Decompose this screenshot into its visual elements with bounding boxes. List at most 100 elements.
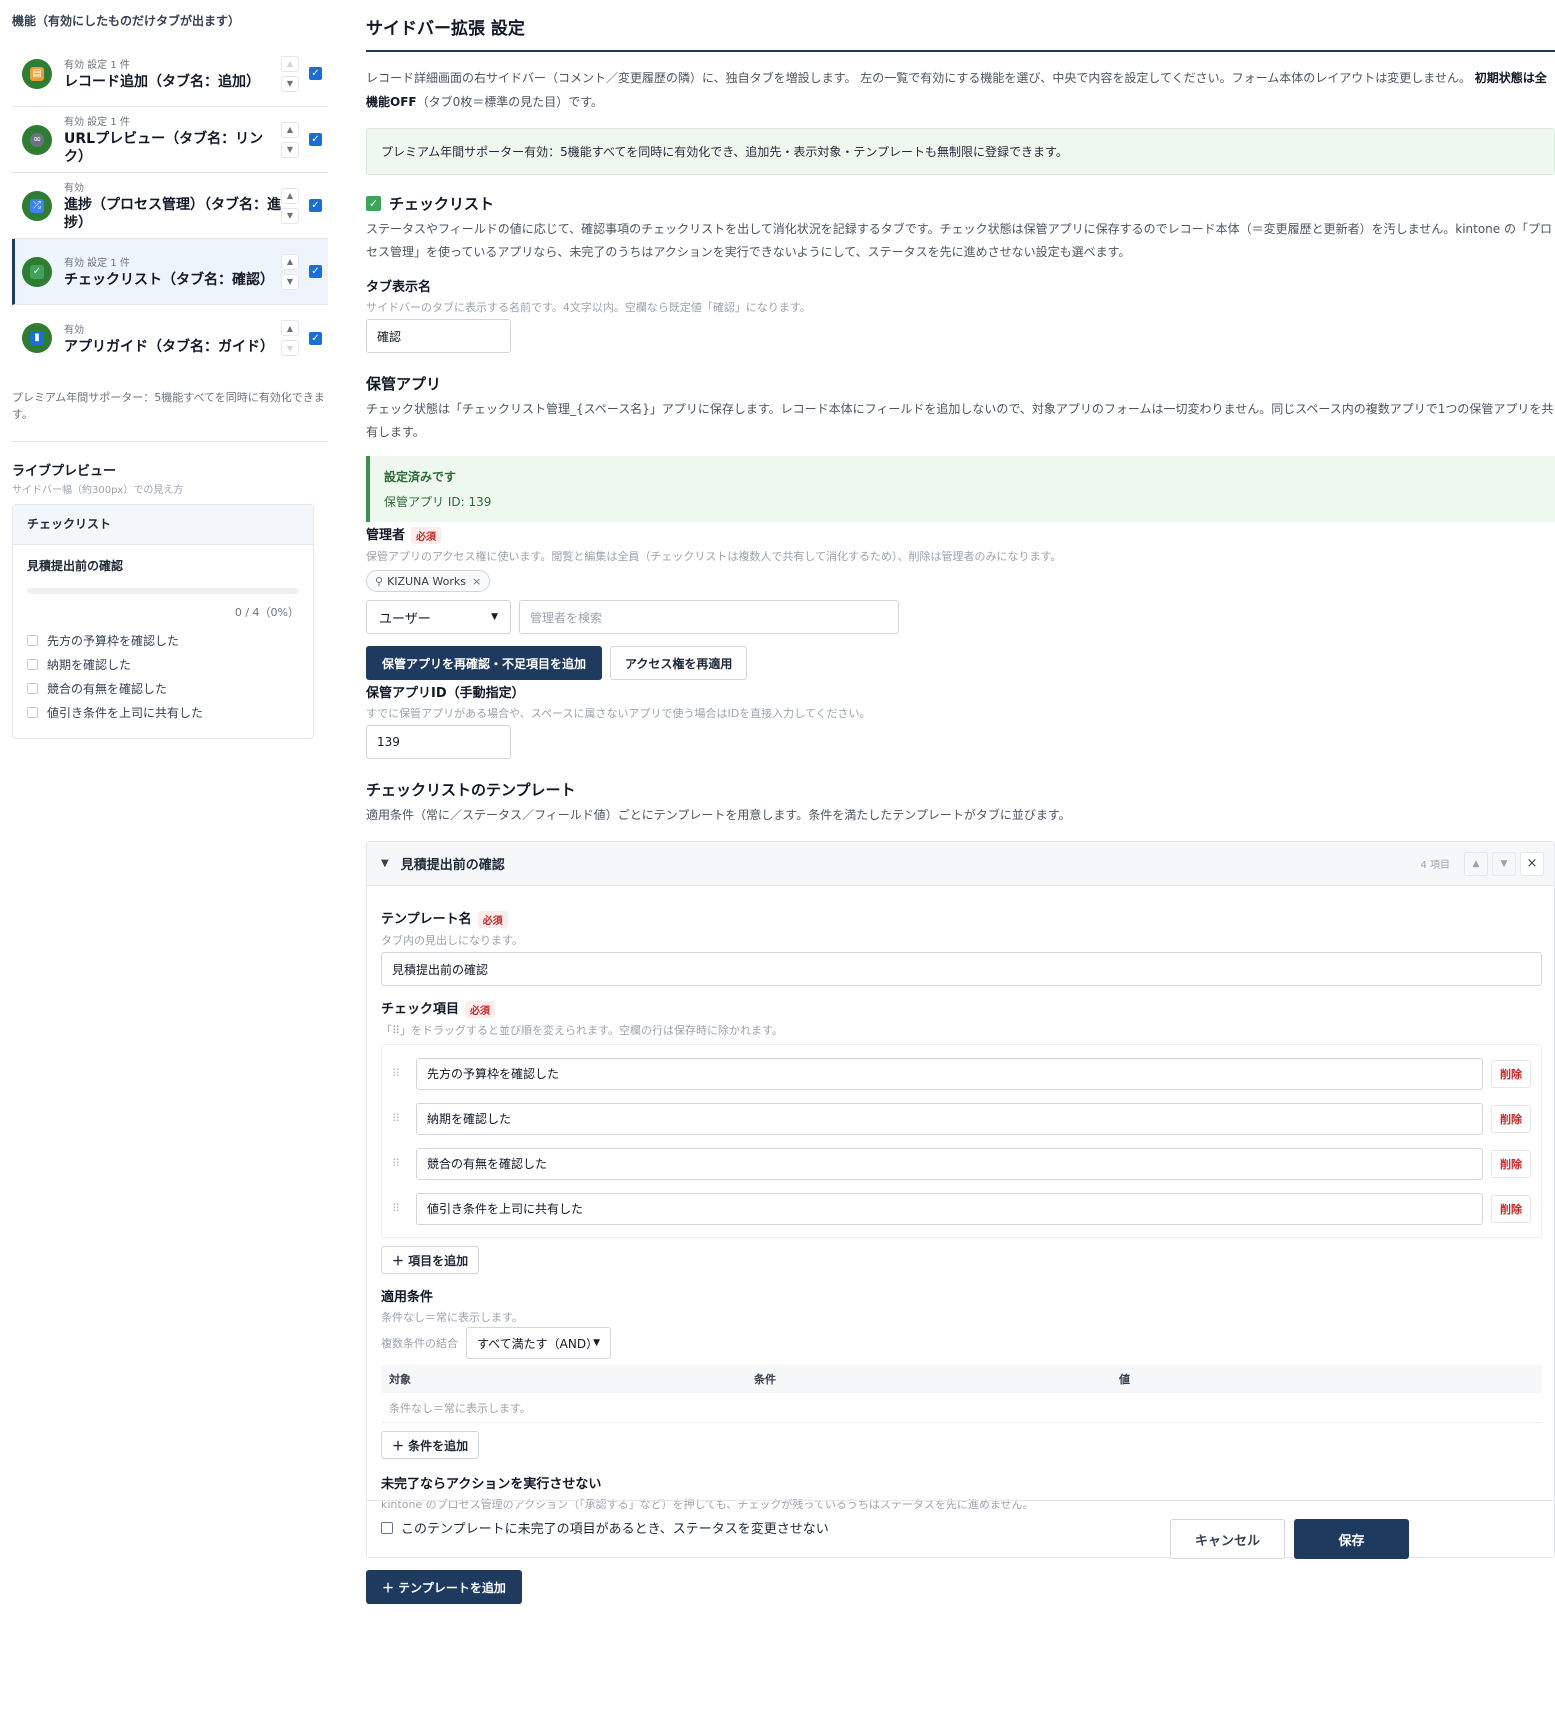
feature-item-url-preview[interactable]: ∞ 有効 設定 1 件 URLプレビュー（タブ名：リンク） ▲ ▼ ✓ — [12, 107, 328, 173]
template-card: ▼ 見積提出前の確認 4 項目 ▲ ▼ × テンプレート名 必須 タブ内の見出しに… — [366, 841, 1555, 1558]
feature-enable-checkbox[interactable]: ✓ — [309, 199, 322, 212]
add-condition-button[interactable]: ＋ 条件を追加 — [381, 1431, 480, 1459]
feature-meta: 有効 — [64, 183, 84, 194]
preview-item-label: 先方の予算枠を確認した — [47, 633, 180, 648]
template-header[interactable]: ▼ 見積提出前の確認 4 項目 ▲ ▼ × — [367, 842, 1554, 886]
tab-name-label: タブ表示名 — [366, 280, 432, 295]
add-item-button[interactable]: ＋ 項目を追加 — [381, 1246, 480, 1274]
feature-meta: 有効 設定 1 件 — [64, 60, 130, 71]
template-header-name: 見積提出前の確認 — [400, 858, 505, 873]
admin-search-input[interactable]: 管理者を検索 — [519, 600, 899, 634]
check-items-label: チェック項目 必須 — [381, 998, 1542, 1018]
feature-enable-checkbox[interactable]: ✓ — [309, 133, 322, 146]
move-down-button[interactable]: ▼ — [1492, 851, 1516, 876]
drag-handle-icon[interactable]: ⠿ — [392, 1202, 408, 1215]
templates-title: チェックリストのテンプレート — [366, 781, 576, 799]
add-template-button[interactable]: ＋ テンプレートを追加 — [366, 1570, 522, 1604]
checkbox-icon[interactable] — [27, 634, 38, 646]
move-up-button[interactable]: ▲ — [1464, 851, 1488, 876]
checkbox-icon[interactable] — [27, 682, 38, 694]
condition-label: 適用条件 — [381, 1290, 434, 1305]
template-name-label-text: テンプレート名 — [381, 912, 472, 927]
check-item-input[interactable]: 先方の予算枠を確認した — [416, 1057, 1483, 1090]
save-button[interactable]: 保存 — [1294, 1519, 1409, 1559]
feature-meta: 有効 設定 1 件 — [64, 258, 130, 269]
preview-check-item[interactable]: 値引き条件を上司に共有した — [27, 700, 299, 724]
admin-chip: ⚲ KIZUNA Works × — [366, 570, 491, 592]
template-name-hint: タブ内の見出しになります。 — [381, 934, 523, 947]
feature-item-record-add[interactable]: ▤ 有効 設定 1 件レコード追加（タブ名：追加） ▲ ▼ ✓ — [12, 41, 328, 107]
remove-chip-icon[interactable]: × — [472, 575, 481, 588]
feature-item-progress[interactable]: ⤮ 有効 進捗（プロセス管理）（タブ名：進捗） ▲ ▼ ✓ — [12, 173, 328, 239]
admin-type-select[interactable]: ユーザー ▼ — [366, 600, 511, 634]
checkbox-icon[interactable] — [27, 658, 38, 670]
feature-enable-checkbox[interactable]: ✓ — [309, 67, 322, 80]
storage-app-description: チェック状態は「チェックリスト管理_{スペース名}」アプリに保存します。レコード… — [366, 402, 1554, 439]
feature-enable-checkbox[interactable]: ✓ — [309, 331, 322, 345]
intro-body: レコード詳細画面の右サイドバー（コメント／変更履歴の隣）に、独自タブを増設します… — [366, 71, 1471, 85]
cancel-button[interactable]: キャンセル — [1170, 1519, 1285, 1559]
status-app-id: 保管アプリ ID: 139 — [384, 495, 492, 509]
intro-tail: （タブ0枚＝標準の見た目）です。 — [416, 95, 604, 109]
required-badge: 必須 — [477, 911, 508, 928]
move-down-button[interactable]: ▼ — [281, 273, 299, 290]
preview-item-label: 納期を確認した — [47, 657, 132, 672]
column-value: 値 — [1119, 1373, 1130, 1386]
recheck-storage-button[interactable]: 保管アプリを再確認・不足項目を追加 — [366, 646, 603, 680]
reapply-access-button[interactable]: アクセス権を再適用 — [610, 646, 748, 680]
move-down-button[interactable]: ▼ — [281, 75, 299, 92]
manual-id-input[interactable]: 139 — [366, 725, 511, 759]
move-up-button[interactable]: ▲ — [281, 121, 299, 138]
drag-handle-icon[interactable]: ⠿ — [392, 1067, 408, 1080]
tab-name-hint: サイドバーのタブに表示する名前です。4文字以内。空欄なら既定値「確認」になります… — [366, 301, 811, 314]
drag-handle-icon[interactable]: ⠿ — [392, 1112, 408, 1125]
template-name-input[interactable]: 見積提出前の確認 — [381, 952, 1542, 986]
feature-meta: 有効 設定 1 件 — [64, 117, 130, 128]
move-up-button[interactable]: ▲ — [281, 320, 299, 336]
collapse-icon[interactable]: ▼ — [381, 858, 389, 869]
checkbox-icon[interactable] — [27, 706, 38, 718]
admin-chip-label: KIZUNA Works — [387, 574, 466, 588]
condition-empty: 条件なし＝常に表示します。 — [381, 1393, 1542, 1423]
move-down-button[interactable]: ▼ — [281, 141, 299, 158]
move-down-button[interactable]: ▼ — [281, 340, 299, 356]
intro-text: レコード詳細画面の右サイドバー（コメント／変更履歴の隣）に、独自タブを増設します… — [366, 66, 1555, 114]
drag-handle-icon[interactable]: ⠿ — [392, 1157, 408, 1170]
move-up-button[interactable]: ▲ — [281, 55, 299, 72]
move-up-button[interactable]: ▲ — [281, 253, 299, 270]
delete-item-button[interactable]: 削除 — [1491, 1104, 1531, 1133]
feature-icon: ▤ — [22, 58, 52, 89]
template-item-count: 4 項目 — [1420, 860, 1450, 871]
admin-hint: 保管アプリのアクセス権に使います。閲覧と編集は全員（チェックリストは複数人で共有… — [366, 550, 1062, 563]
feature-item-app-guide[interactable]: ▮ 有効 アプリガイド（タブ名：ガイド） ▲ ▼ ✓ — [12, 305, 328, 371]
footer-actions: キャンセル 保存 — [366, 1500, 1555, 1559]
feature-item-checklist[interactable]: ✓ 有効 設定 1 件チェックリスト（タブ名：確認） ▲ ▼ ✓ — [12, 239, 328, 305]
combine-label: 複数条件の結合 — [381, 1337, 458, 1350]
delete-item-button[interactable]: 削除 — [1491, 1149, 1531, 1178]
check-item-input[interactable]: 競合の有無を確認した — [416, 1147, 1483, 1180]
check-item-row: ⠿ 納期を確認した 削除 — [392, 1096, 1531, 1141]
move-up-button[interactable]: ▲ — [281, 187, 299, 204]
document-icon: ▤ — [30, 66, 44, 81]
column-target: 対象 — [389, 1373, 411, 1386]
delete-item-button[interactable]: 削除 — [1491, 1059, 1531, 1088]
check-items-list: ⠿ 先方の予算枠を確認した 削除 ⠿ 納期を確認した 削除 ⠿ 競合の有無を確認した 削除 … — [381, 1044, 1542, 1238]
combine-select[interactable]: すべて満たす（AND） ▼ — [466, 1327, 611, 1359]
feature-icon: ⤮ — [22, 190, 52, 221]
feature-name: レコード追加（タブ名：追加） — [64, 74, 260, 90]
preview-check-item[interactable]: 納期を確認した — [27, 652, 299, 676]
check-item-input[interactable]: 納期を確認した — [416, 1102, 1483, 1135]
block-action-checkbox[interactable] — [381, 1521, 393, 1534]
move-down-button[interactable]: ▼ — [281, 207, 299, 224]
check-item-input[interactable]: 値引き条件を上司に共有した — [416, 1192, 1483, 1225]
preview-check-item[interactable]: 先方の予算枠を確認した — [27, 628, 299, 652]
tab-name-input[interactable]: 確認 — [366, 319, 511, 353]
close-icon[interactable]: × — [1520, 851, 1544, 876]
feature-enable-checkbox[interactable]: ✓ — [309, 265, 322, 278]
required-badge: 必須 — [465, 1001, 496, 1018]
delete-item-button[interactable]: 削除 — [1491, 1194, 1531, 1223]
manual-id-label: 保管アプリID（手動指定） — [366, 686, 525, 701]
preview-item-label: 値引き条件を上司に共有した — [47, 705, 204, 720]
premium-note: プレミアム年間サポーター：5機能すべてを同時に有効化できます。 — [12, 389, 328, 442]
preview-check-item[interactable]: 競合の有無を確認した — [27, 676, 299, 700]
